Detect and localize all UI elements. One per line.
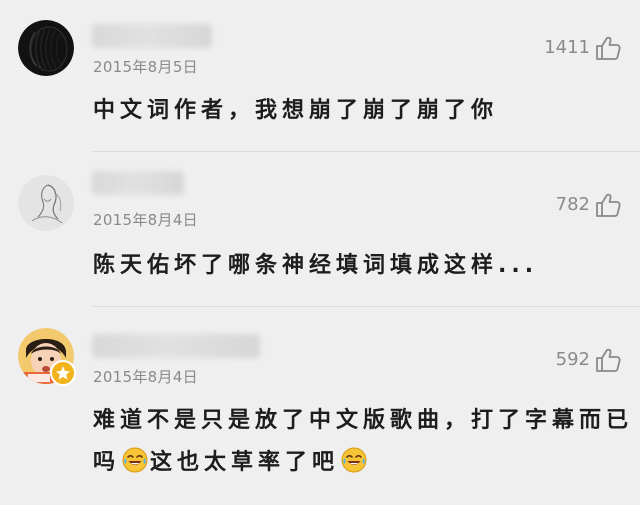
comment-date: 2015年8月5日 (93, 58, 198, 76)
like-count: 782 (555, 194, 590, 215)
username-blurred[interactable] (92, 24, 212, 48)
avatar[interactable] (18, 328, 76, 386)
laugh-cry-icon (341, 447, 367, 473)
comment-date: 2015年8月4日 (93, 211, 198, 229)
laugh-cry-icon (122, 447, 148, 473)
comment-text-line-1: 难道不是只是放了中文版歌曲，打了字幕而已 (93, 408, 634, 433)
username-blurred[interactable] (92, 334, 260, 358)
comment-date: 2015年8月4日 (93, 368, 198, 386)
thumbs-up-icon[interactable] (594, 191, 622, 219)
comment-item: 2015年8月5日 1411 中文词作者，我想崩了崩了崩了你 (0, 0, 640, 151)
comment-item: 2015年8月4日 592 难道不是只是放了中文版歌曲，打了字幕而已 吗 这也太… (0, 306, 640, 505)
comment-text-line-2: 吗 这也太草率了吧 (93, 442, 613, 484)
thumbs-up-icon[interactable] (594, 34, 622, 62)
comment-text: 中文词作者，我想崩了崩了崩了你 (93, 98, 499, 123)
comment-text-fragment: 吗 (93, 450, 121, 475)
comment-feed: 2015年8月5日 1411 中文词作者，我想崩了崩了崩了你 2015年8月4日… (0, 0, 640, 505)
thumbs-up-icon[interactable] (594, 346, 622, 374)
username-blurred[interactable] (92, 171, 184, 195)
like-button[interactable]: 782 (556, 191, 622, 219)
like-button[interactable]: 1411 (544, 34, 622, 62)
comment-text-fragment: 这也太草率了吧 (150, 450, 340, 475)
like-count: 1411 (544, 37, 590, 58)
comment-text: 陈天佑坏了哪条神经填词填成这样... (93, 253, 539, 278)
like-count: 592 (555, 349, 590, 370)
comment-item: 2015年8月4日 782 陈天佑坏了哪条神经填词填成这样... (0, 151, 640, 306)
avatar[interactable] (18, 20, 74, 76)
star-badge-icon (50, 360, 76, 386)
avatar[interactable] (18, 175, 74, 231)
like-button[interactable]: 592 (556, 346, 622, 374)
